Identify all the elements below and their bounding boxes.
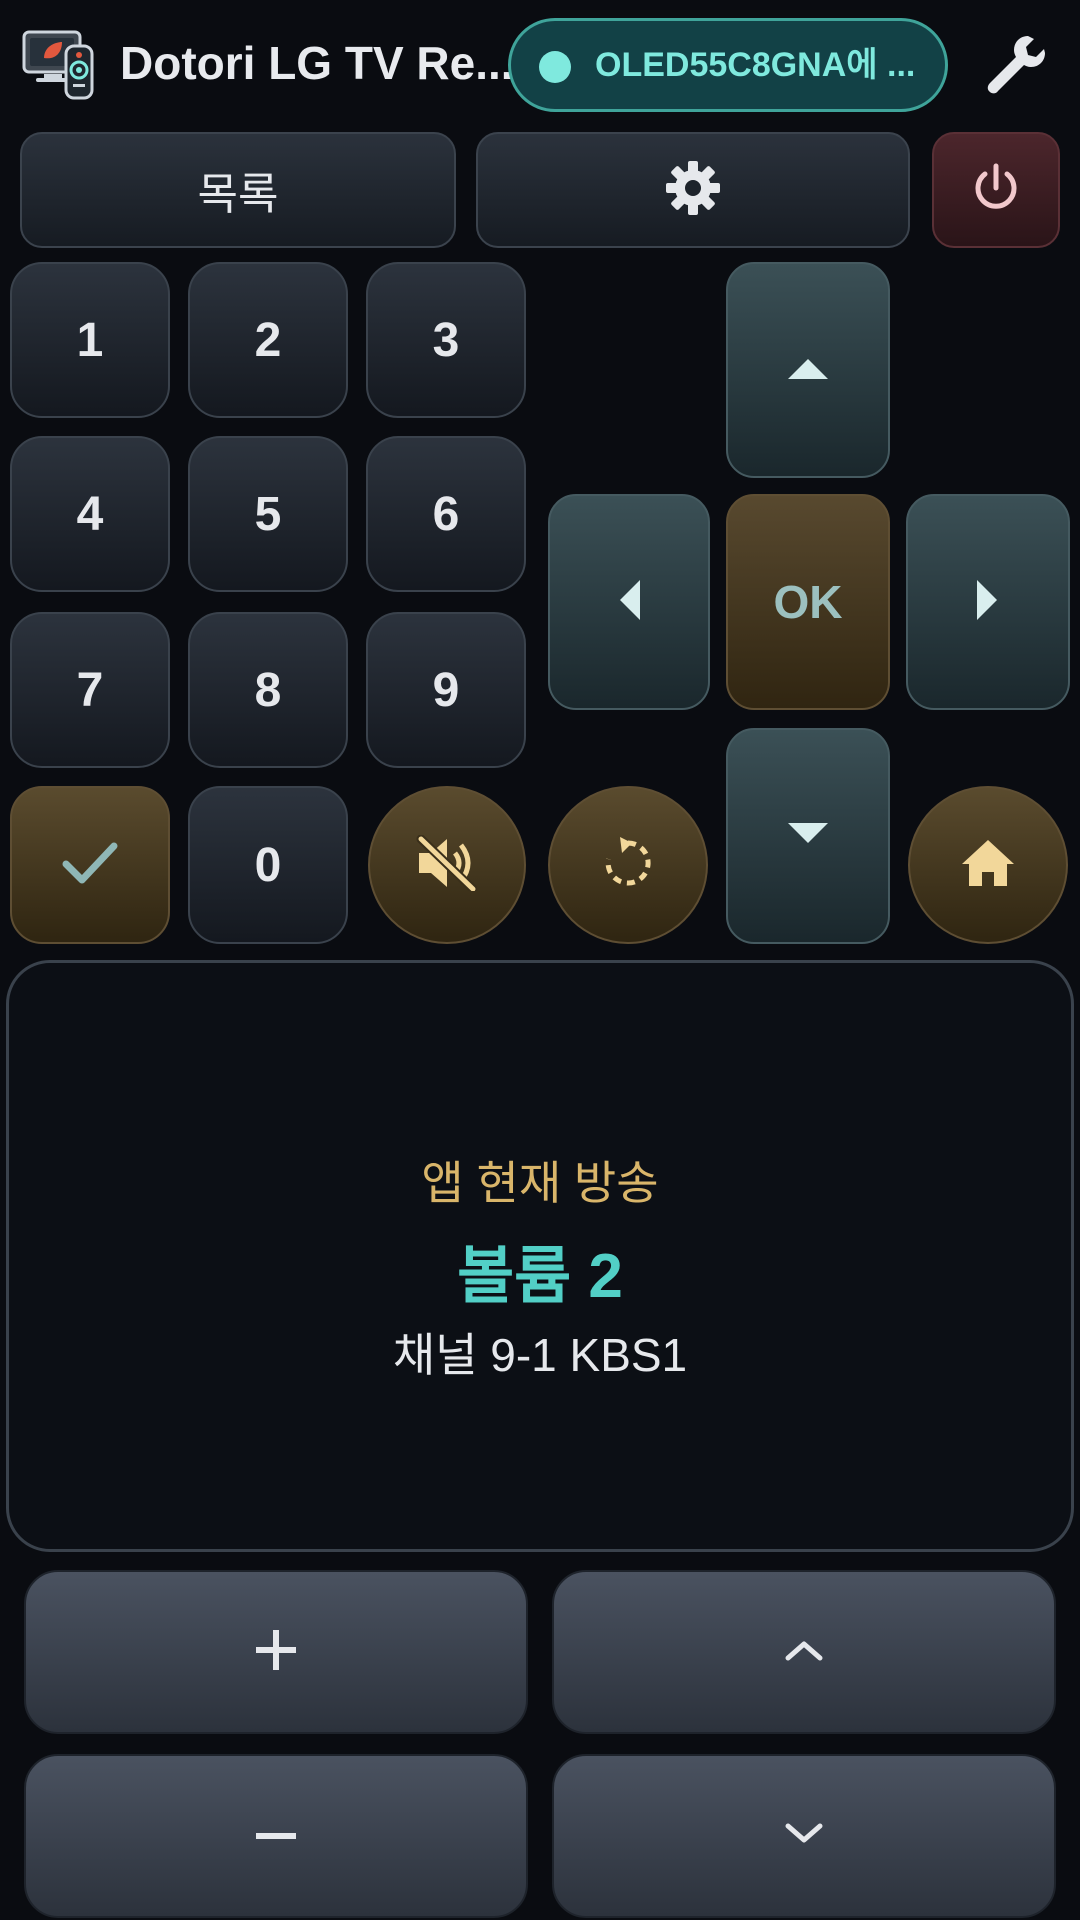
connection-dot-icon — [539, 51, 571, 83]
dpad-down-button[interactable] — [726, 728, 890, 944]
settings-button[interactable] — [476, 132, 910, 248]
num-key-6[interactable]: 6 — [366, 436, 526, 592]
triangle-left-icon — [616, 578, 642, 627]
num-key-8[interactable]: 8 — [188, 612, 348, 768]
ok-button-label: OK — [773, 576, 843, 628]
connection-status-chip[interactable]: OLED55C8GNA에 ... — [508, 18, 948, 112]
mute-icon — [415, 834, 479, 896]
num-key-3[interactable]: 3 — [366, 262, 526, 418]
list-button[interactable]: 목록 — [20, 132, 456, 248]
num-key-2[interactable]: 2 — [188, 262, 348, 418]
num-key-label: 4 — [76, 487, 104, 541]
back-button[interactable] — [548, 786, 708, 944]
list-button-label: 목록 — [197, 170, 279, 219]
dpad-right-button[interactable] — [906, 494, 1070, 710]
num-key-5[interactable]: 5 — [188, 436, 348, 592]
connection-device-label: OLED55C8GNA에 ... — [595, 46, 916, 84]
num-key-label: 0 — [254, 838, 282, 892]
volume-text: 볼륨 2 — [457, 1242, 623, 1311]
replay-icon — [598, 833, 658, 898]
gear-icon — [664, 159, 722, 222]
status-panel: 앱 현재 방송 볼륨 2 채널 9-1 KBS1 — [6, 960, 1074, 1552]
dpad-up-button[interactable] — [726, 262, 890, 478]
channel-text: 채널 9-1 KBS1 — [392, 1329, 688, 1381]
triangle-right-icon — [975, 578, 1001, 627]
num-key-label: 7 — [76, 663, 104, 717]
num-key-4[interactable]: 4 — [10, 436, 170, 592]
channel-down-button[interactable] — [552, 1754, 1056, 1918]
home-icon — [958, 836, 1018, 895]
checkmark-icon — [60, 838, 120, 893]
num-key-label: 6 — [432, 487, 460, 541]
wrench-icon[interactable] — [980, 28, 1052, 100]
num-key-label: 3 — [432, 313, 460, 367]
triangle-down-icon — [786, 821, 830, 852]
home-button[interactable] — [908, 786, 1068, 944]
current-app-text: 앱 현재 방송 — [421, 1157, 659, 1209]
num-key-9[interactable]: 9 — [366, 612, 526, 768]
minus-icon — [254, 1827, 298, 1845]
volume-up-button[interactable] — [24, 1570, 528, 1734]
num-key-7[interactable]: 7 — [10, 612, 170, 768]
volume-down-button[interactable] — [24, 1754, 528, 1918]
power-button[interactable] — [932, 132, 1060, 248]
app-title: Dotori LG TV Re... — [120, 37, 514, 89]
num-key-label: 2 — [254, 313, 282, 367]
num-key-1[interactable]: 1 — [10, 262, 170, 418]
ok-button[interactable]: OK — [726, 494, 890, 710]
power-icon — [968, 160, 1024, 221]
num-key-0[interactable]: 0 — [188, 786, 348, 944]
chevron-up-icon — [784, 1638, 824, 1667]
num-key-label: 8 — [254, 663, 282, 717]
num-key-label: 1 — [76, 313, 104, 367]
num-key-label: 9 — [432, 663, 460, 717]
confirm-button[interactable] — [10, 786, 170, 944]
dpad-left-button[interactable] — [548, 494, 710, 710]
num-key-label: 5 — [254, 487, 282, 541]
app-logo-icon — [22, 28, 96, 100]
plus-icon — [254, 1628, 298, 1677]
chevron-down-icon — [784, 1822, 824, 1851]
triangle-up-icon — [786, 355, 830, 386]
channel-up-button[interactable] — [552, 1570, 1056, 1734]
mute-button[interactable] — [368, 786, 526, 944]
